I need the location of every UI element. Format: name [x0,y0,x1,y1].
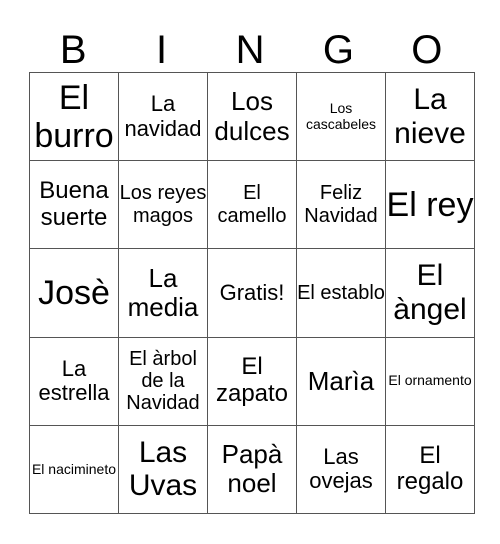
bingo-cell[interactable]: El burro [29,71,119,162]
bingo-cell[interactable]: La nieve [385,71,475,162]
header-letter-b: B [59,28,87,72]
bingo-cell[interactable]: El nacimineto [29,424,119,515]
bingo-cell[interactable]: El zapato [207,336,297,426]
bingo-cell[interactable]: El ornamento [385,336,475,426]
bingo-header: B I N G O [29,28,471,72]
bingo-cell[interactable]: Josè [29,248,119,338]
bingo-cell[interactable]: Gratis! [207,248,297,338]
header-letter-i: I [156,28,168,72]
bingo-cell[interactable]: El establo [296,248,386,338]
bingo-cell[interactable]: Los cascabeles [296,71,386,162]
bingo-cell[interactable]: Los reyes magos [118,160,208,250]
bingo-cell[interactable]: El rey [385,160,475,250]
header-letter-n: N [235,28,265,72]
grid-row: Josè La media Gratis! El establo El ànge… [29,248,475,338]
grid-row: La estrella El àrbol de la Navidad El za… [29,336,475,426]
grid-row: Buena suerte Los reyes magos El camello … [29,160,475,250]
grid-row: El nacimineto Las Uvas Papà noel Las ove… [29,424,475,515]
header-letter-g: G [322,28,354,72]
bingo-cell[interactable]: Los dulces [207,71,297,162]
bingo-cell[interactable]: La media [118,248,208,338]
bingo-cell[interactable]: El àngel [385,248,475,338]
bingo-cell[interactable]: El camello [207,160,297,250]
grid-row: El burro La navidad Los dulces Los casca… [29,71,475,162]
bingo-cell[interactable]: Papà noel [207,424,297,515]
bingo-cell[interactable]: Buena suerte [29,160,119,250]
bingo-cell[interactable]: La navidad [118,71,208,162]
bingo-cell[interactable]: El regalo [385,424,475,515]
header-letter-o: O [411,28,443,72]
bingo-cell[interactable]: Las Uvas [118,424,208,515]
bingo-cell[interactable]: El àrbol de la Navidad [118,336,208,426]
bingo-grid: El burro La navidad Los dulces Los casca… [29,71,475,515]
bingo-cell[interactable]: Feliz Navidad [296,160,386,250]
bingo-cell[interactable]: Las ovejas [296,424,386,515]
bingo-cell[interactable]: La estrella [29,336,119,426]
bingo-cell[interactable]: Marìa [296,336,386,426]
